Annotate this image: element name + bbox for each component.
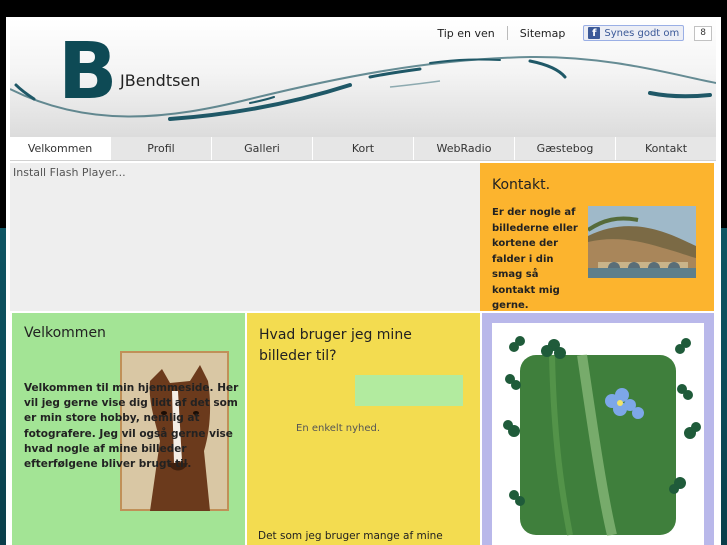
flower-card-image[interactable] xyxy=(492,323,704,545)
nav-item-kort[interactable]: Kort xyxy=(312,137,413,160)
top-links: Tip en ven Sitemap f Synes godt om 8 xyxy=(431,23,712,43)
news-banner[interactable] xyxy=(355,375,463,406)
nav-item-velkommen[interactable]: Velkommen xyxy=(10,137,110,160)
flower-card-graphic xyxy=(492,323,704,545)
facebook-icon: f xyxy=(588,27,601,39)
velkommen-text: Velkommen til min hjemmeside. Her vil je… xyxy=(24,382,239,471)
flower-card-box xyxy=(482,313,714,545)
hvad-box: Hvad bruger jeg mine billeder til? En en… xyxy=(247,313,480,545)
nav-item-galleri[interactable]: Galleri xyxy=(211,137,312,160)
page-container: B JBendtsen Tip en ven Sitemap f Synes g… xyxy=(6,17,721,545)
hvad-text: Det som jeg bruger mange af mine xyxy=(258,530,443,542)
sitemap-link[interactable]: Sitemap xyxy=(514,27,572,40)
velkommen-title: Velkommen xyxy=(24,325,106,341)
nav-item-webradio[interactable]: WebRadio xyxy=(413,137,514,160)
facebook-like-label: Synes godt om xyxy=(604,27,680,39)
facebook-like-count: 8 xyxy=(694,25,712,41)
nav-item-gaestebog[interactable]: Gæstebog xyxy=(514,137,615,160)
site-name[interactable]: JBendtsen xyxy=(120,71,200,90)
kontakt-title: Kontakt. xyxy=(492,177,551,193)
kontakt-text: Er der nogle af billederne eller kortene… xyxy=(492,207,578,311)
flash-placeholder[interactable]: Install Flash Player... xyxy=(10,163,480,311)
facebook-like-button[interactable]: f Synes godt om xyxy=(583,25,685,41)
logo-letter: B xyxy=(58,27,118,117)
main-navigation: Velkommen Profil Galleri Kort WebRadio G… xyxy=(10,137,716,161)
nav-item-profil[interactable]: Profil xyxy=(110,137,211,160)
news-item[interactable]: En enkelt nyhed. xyxy=(296,423,380,434)
bridge-photo[interactable] xyxy=(588,206,696,278)
nav-item-kontakt[interactable]: Kontakt xyxy=(615,137,716,160)
velkommen-box: Velkommen Velkommen til min hjemmeside. … xyxy=(12,313,245,545)
link-separator xyxy=(506,26,508,40)
hvad-title: Hvad bruger jeg mine billeder til? xyxy=(259,327,412,364)
tip-en-ven-link[interactable]: Tip en ven xyxy=(431,27,500,40)
site-header: B JBendtsen Tip en ven Sitemap f Synes g… xyxy=(10,19,716,137)
flash-install-text[interactable]: Install Flash Player... xyxy=(13,166,126,179)
kontakt-box: Kontakt. Er der nogle af billederne elle… xyxy=(480,163,714,311)
